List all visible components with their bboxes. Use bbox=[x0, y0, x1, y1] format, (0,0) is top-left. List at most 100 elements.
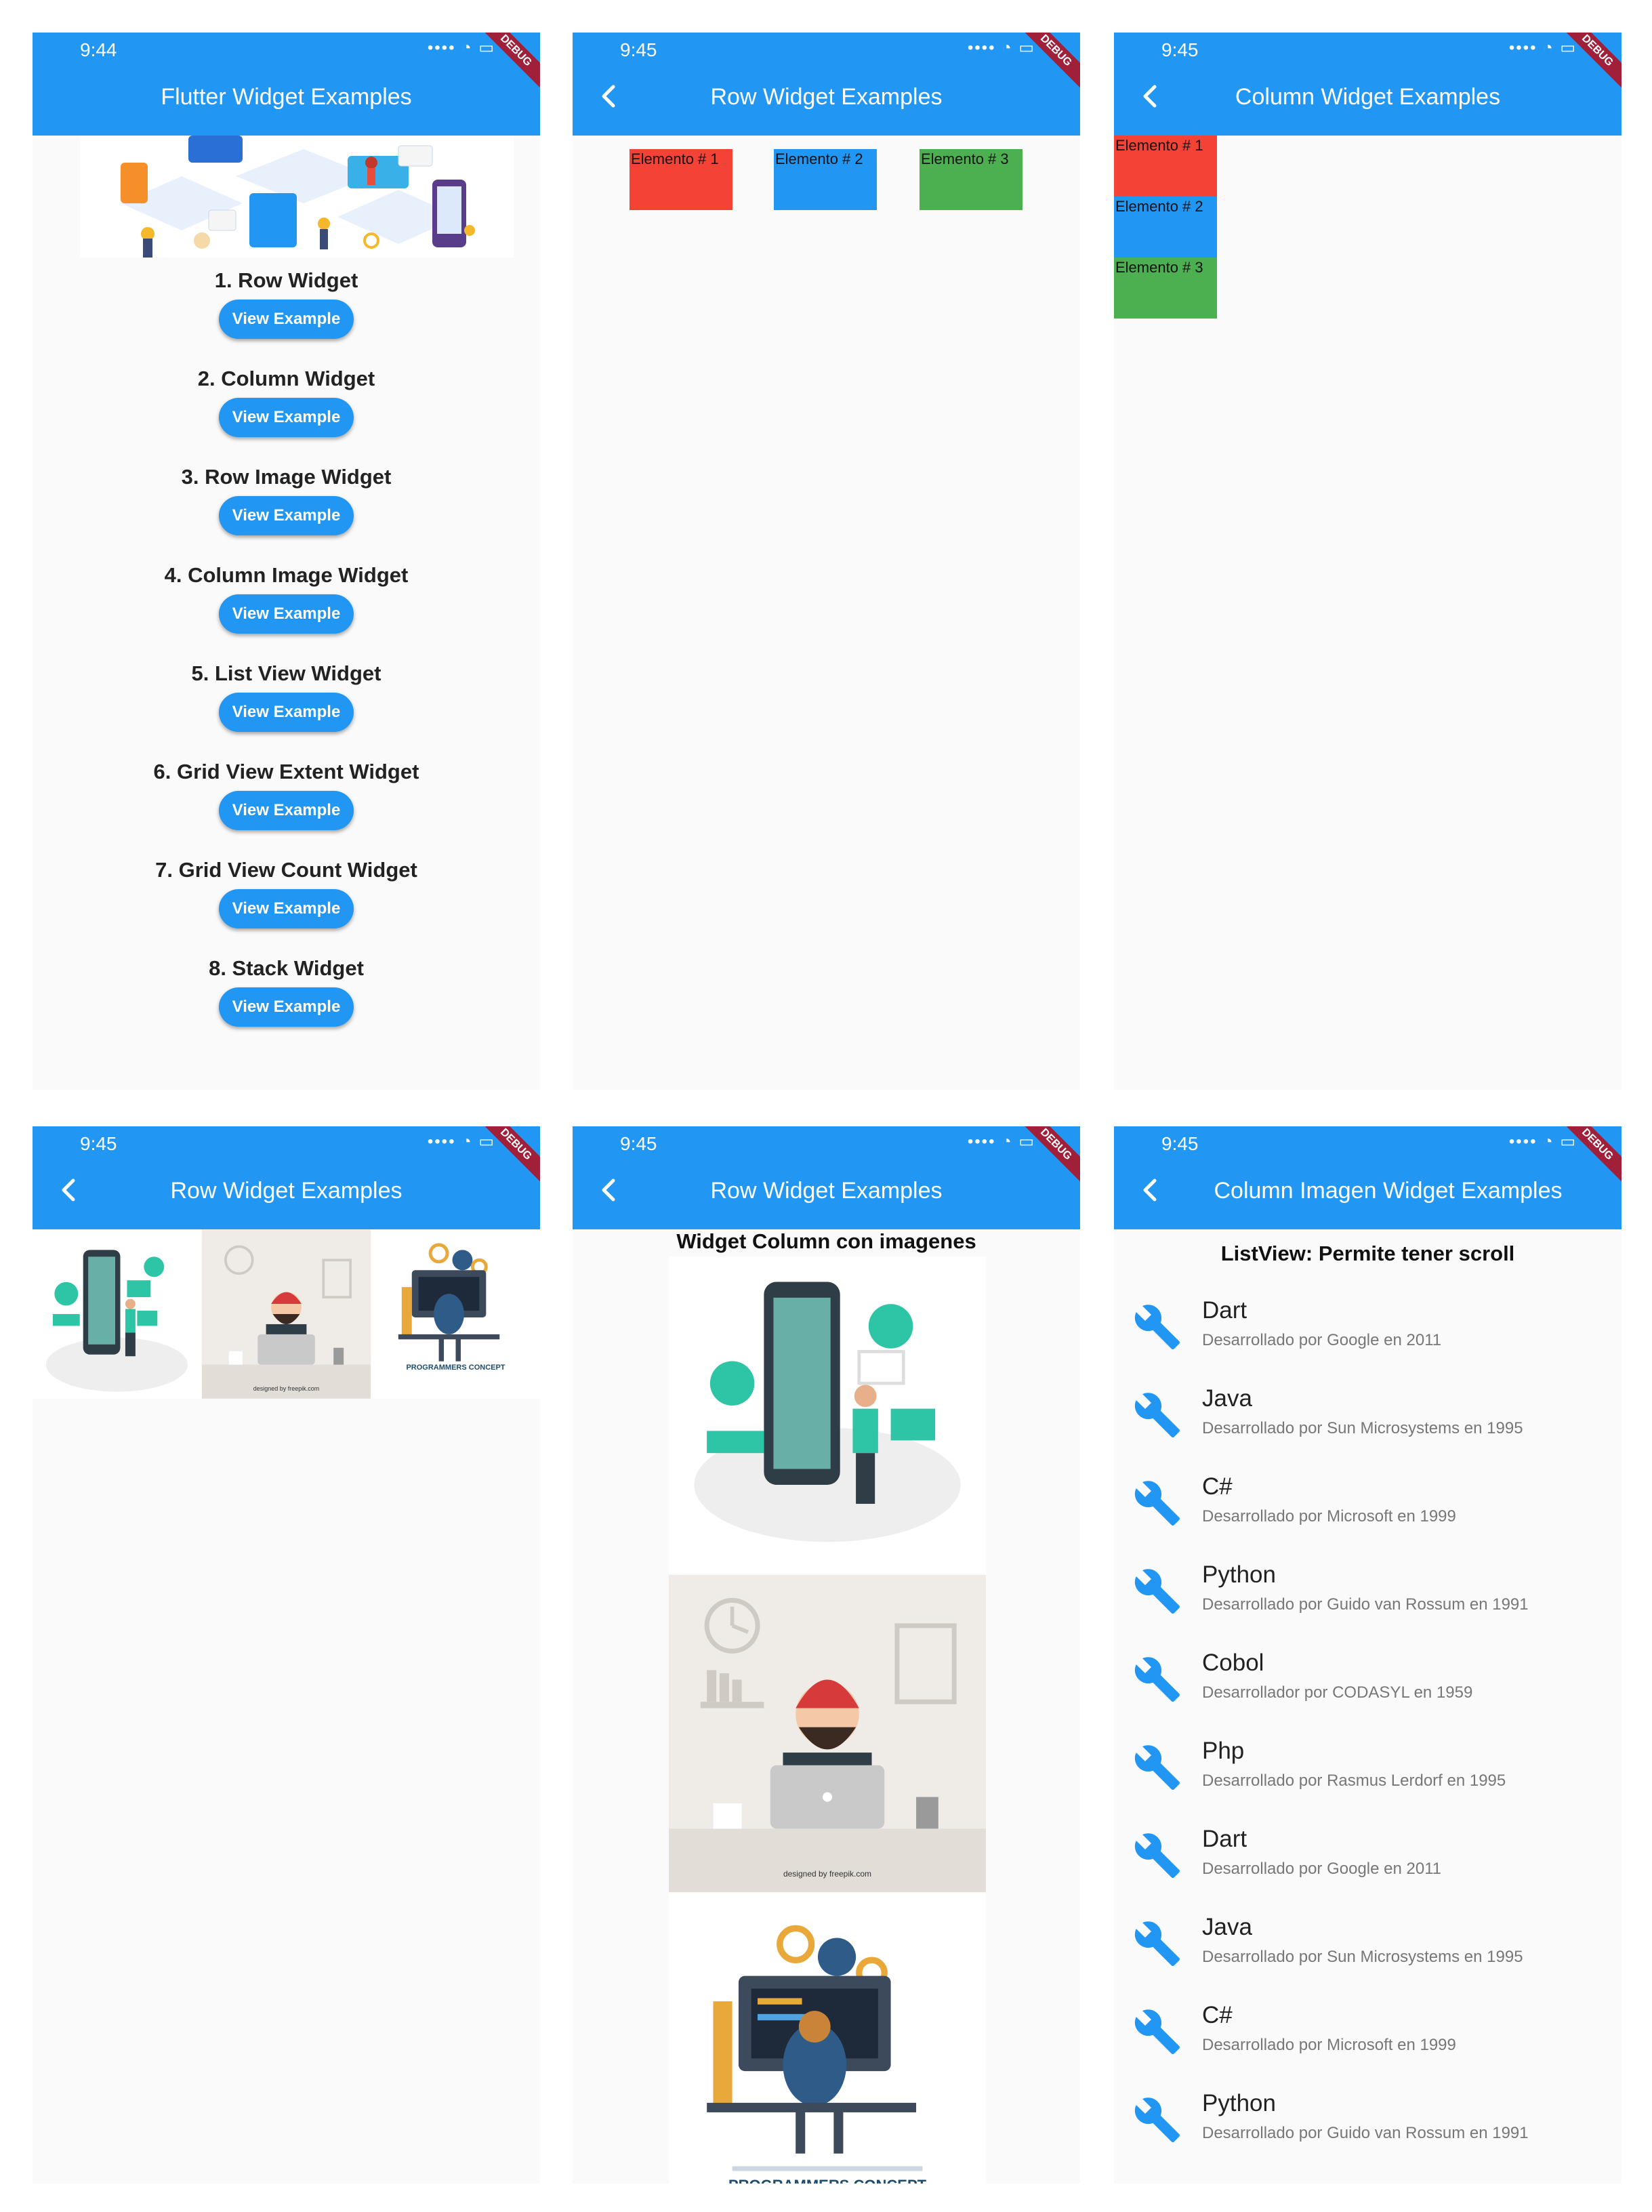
wrench-icon bbox=[1134, 1305, 1180, 1349]
status-time: 9:45 bbox=[1161, 39, 1199, 60]
image-caption: PROGRAMMERS CONCEPT bbox=[669, 2177, 986, 2184]
item-label: 4. Column Image Widget bbox=[164, 563, 409, 587]
item-subtitle: Desarrollado por Microsoft en 1999 bbox=[1202, 1507, 1456, 1525]
view-example-button[interactable]: View Example bbox=[218, 889, 354, 928]
app-bar: 9:45 •••• ◔ ▭ DEBUG Row Widget Examples bbox=[573, 1126, 1080, 1229]
list-item: 5. List View Widget View Example bbox=[33, 651, 540, 749]
item-subtitle: Desarrollado por Rasmus Lerdorf en 1995 bbox=[1202, 1771, 1506, 1790]
wrench-icon bbox=[1134, 1745, 1180, 1790]
item-subtitle: Desarrollado por Microsoft en 1999 bbox=[1202, 2036, 1456, 2054]
item-title: Cobol bbox=[1202, 1650, 1264, 1676]
list-item[interactable]: C# Desarrollado por Microsoft en 1999 bbox=[1114, 1453, 1622, 1541]
view-example-button[interactable]: View Example bbox=[218, 496, 354, 535]
view-example-button[interactable]: View Example bbox=[218, 987, 354, 1027]
page-title: Column Widget Examples bbox=[1235, 84, 1501, 110]
list-item[interactable]: Java Desarrollado por Sun Microsystems en… bbox=[1114, 1365, 1622, 1453]
app-bar: 9:44 •••• ◔ ▭ DEBUG Flutter Widget Examp… bbox=[33, 33, 540, 136]
item-label: 2. Column Widget bbox=[197, 367, 375, 390]
item-subtitle: Desarrollado por Sun Microsystems en 199… bbox=[1202, 1419, 1523, 1437]
item-subtitle: Desarrollado por Guido van Rossum en 199… bbox=[1202, 1595, 1529, 1614]
item-title: C# bbox=[1202, 1473, 1233, 1500]
item-title: Java bbox=[1202, 1914, 1252, 1940]
list-item: 1. Row Widget View Example bbox=[33, 258, 540, 356]
item-subtitle: Desarrollador por CODASYL en 1959 bbox=[1202, 1683, 1473, 1702]
app-bar: 9:45 •••• ◔ ▭ DEBUG Row Widget Examples bbox=[33, 1126, 540, 1229]
box-label: Elemento # 1 bbox=[1115, 137, 1203, 154]
page-title: Row Widget Examples bbox=[710, 84, 943, 110]
view-example-button[interactable]: View Example bbox=[218, 300, 354, 339]
item-subtitle: Desarrollado por Google en 2011 bbox=[1202, 1331, 1442, 1349]
view-example-button[interactable]: View Example bbox=[218, 791, 354, 830]
wifi-battery-icon: •••• ◔ ▭ bbox=[1508, 1132, 1577, 1151]
item-subtitle: Desarrollado por Guido van Rossum en 199… bbox=[1202, 2124, 1529, 2142]
page-title: Column Imagen Widget Examples bbox=[1214, 1178, 1563, 1204]
list-item[interactable]: Php Desarrollado por Rasmus Lerdorf en 19… bbox=[1114, 1717, 1622, 1805]
developer-illustration: designed by freepik.com bbox=[669, 1575, 986, 1892]
page-title: Row Widget Examples bbox=[710, 1178, 943, 1204]
list-item[interactable]: Python Desarrollado por Guido van Rossum … bbox=[1114, 2070, 1622, 2158]
box-label: Elemento # 1 bbox=[631, 150, 719, 167]
phone-illustration bbox=[33, 1229, 201, 1399]
wifi-battery-icon: •••• ◔ ▭ bbox=[967, 39, 1035, 57]
item-title: Dart bbox=[1202, 1826, 1247, 1852]
wrench-icon bbox=[1134, 2009, 1180, 2054]
box-label: Elemento # 3 bbox=[921, 150, 1009, 167]
item-subtitle: Desarrollado por Google en 2011 bbox=[1202, 1860, 1442, 1878]
listview-screen: 9:45 •••• ◔ ▭ DEBUG Column Imagen Widget… bbox=[1114, 1126, 1622, 2184]
list-item[interactable]: Dart Desarrollado por Google en 2011 bbox=[1114, 1277, 1622, 1365]
widget-list: 1. Row Widget View Example 2. Column Widg… bbox=[33, 258, 540, 1044]
box-label: Elemento # 2 bbox=[1115, 198, 1203, 215]
language-list: Dart Desarrollado por Google en 2011 Java… bbox=[1114, 1277, 1622, 2158]
row-box-1: Elemento # 1 bbox=[629, 149, 732, 210]
row-image-screen: 9:45 •••• ◔ ▭ DEBUG Row Widget Examples bbox=[33, 1126, 540, 2184]
wrench-icon bbox=[1134, 1481, 1180, 1525]
view-example-button[interactable]: View Example bbox=[218, 693, 354, 732]
programmers-concept-illustration: PROGRAMMERS CONCEPT bbox=[371, 1229, 540, 1399]
item-subtitle: Desarrollado por Sun Microsystems en 199… bbox=[1202, 1948, 1523, 1966]
phone-illustration bbox=[669, 1256, 986, 1574]
column-box-1: Elemento # 1 bbox=[1114, 136, 1217, 197]
list-item[interactable]: Cobol Desarrollador por CODASYL en 1959 bbox=[1114, 1629, 1622, 1717]
wrench-icon bbox=[1134, 1393, 1180, 1437]
wrench-icon bbox=[1134, 1833, 1180, 1878]
status-time: 9:45 bbox=[620, 1133, 657, 1154]
wrench-icon bbox=[1134, 1921, 1180, 1966]
item-title: Php bbox=[1202, 1738, 1245, 1764]
wrench-icon bbox=[1134, 2097, 1180, 2142]
item-label: 6. Grid View Extent Widget bbox=[153, 760, 419, 783]
app-bar: 9:45 •••• ◔ ▭ DEBUG Row Widget Examples bbox=[573, 33, 1080, 136]
item-title: Java bbox=[1202, 1385, 1252, 1412]
view-example-button[interactable]: View Example bbox=[218, 594, 354, 634]
list-item: 2. Column Widget View Example bbox=[33, 356, 540, 454]
item-label: 3. Row Image Widget bbox=[181, 465, 392, 489]
image-credit: designed by freepik.com bbox=[783, 1869, 872, 1879]
row-screen: 9:45 •••• ◔ ▭ DEBUG Row Widget Examples … bbox=[573, 33, 1080, 1090]
item-title: Python bbox=[1202, 2090, 1276, 2116]
list-item[interactable]: C# Desarrollado por Microsoft en 1999 bbox=[1114, 1982, 1622, 2070]
app-bar: 9:45 •••• ◔ ▭ DEBUG Column Imagen Widget… bbox=[1114, 1126, 1622, 1229]
box-label: Elemento # 2 bbox=[775, 150, 863, 167]
item-title: Dart bbox=[1202, 1297, 1247, 1324]
hero-illustration bbox=[80, 136, 514, 258]
list-item[interactable]: Python Desarrollado por Guido van Rossum … bbox=[1114, 1541, 1622, 1629]
item-label: 7. Grid View Count Widget bbox=[155, 858, 417, 882]
home-screen: 9:44 •••• ◔ ▭ DEBUG Flutter Widget Examp… bbox=[33, 33, 540, 1090]
item-label: 8. Stack Widget bbox=[209, 956, 364, 980]
list-item: 3. Row Image Widget View Example bbox=[33, 454, 540, 552]
item-label: 1. Row Widget bbox=[214, 268, 358, 292]
status-time: 9:45 bbox=[1161, 1133, 1199, 1154]
list-item: 8. Stack Widget View Example bbox=[33, 945, 540, 1044]
section-heading: ListView: Permite tener scroll bbox=[1220, 1242, 1515, 1265]
list-item[interactable]: Java Desarrollado por Sun Microsystems en… bbox=[1114, 1893, 1622, 1982]
section-heading: Widget Column con imagenes bbox=[676, 1229, 976, 1253]
list-item[interactable]: Dart Desarrollado por Google en 2011 bbox=[1114, 1805, 1622, 1893]
wrench-icon bbox=[1134, 1569, 1180, 1614]
image-caption: PROGRAMMERS CONCEPT bbox=[406, 1364, 505, 1372]
wifi-battery-icon: •••• ◔ ▭ bbox=[427, 1132, 495, 1151]
status-time: 9:45 bbox=[80, 1133, 117, 1154]
wifi-battery-icon: •••• ◔ ▭ bbox=[1508, 39, 1577, 57]
row-box-3: Elemento # 3 bbox=[920, 149, 1023, 210]
item-title: Python bbox=[1202, 1561, 1276, 1588]
view-example-button[interactable]: View Example bbox=[218, 398, 354, 437]
item-title: C# bbox=[1202, 2002, 1233, 2028]
